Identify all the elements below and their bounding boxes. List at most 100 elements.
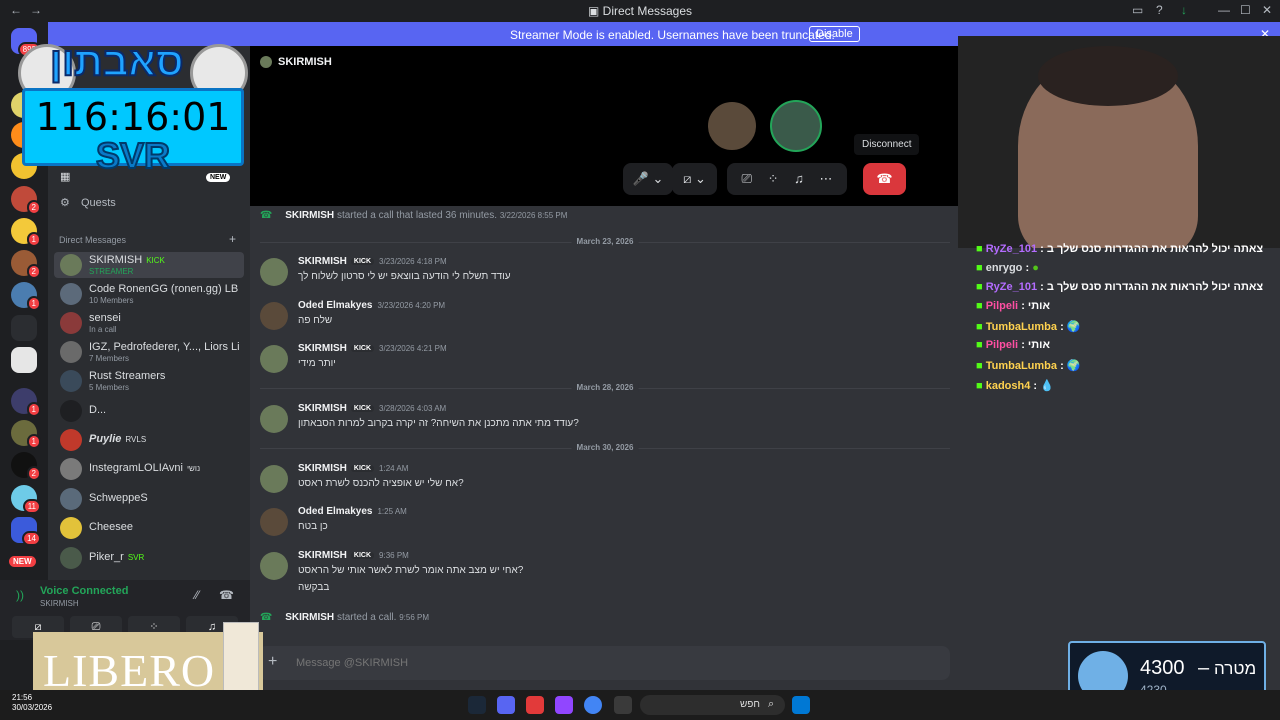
voice-status[interactable]: Voice Connected: [40, 585, 128, 597]
avatar[interactable]: [260, 345, 288, 373]
app-icon[interactable]: [526, 696, 544, 714]
noise-suppression-icon[interactable]: ⁄⁄: [195, 588, 199, 602]
participant-avatar[interactable]: [706, 100, 758, 152]
dm-item[interactable]: SKIRMISH KICK STREAMER: [54, 252, 244, 278]
window-title: ▣ Direct Messages: [587, 4, 693, 18]
date-separator: March 23, 2026: [260, 237, 950, 252]
server-icon[interactable]: 11: [11, 485, 41, 514]
banner-text: Streamer Mode is enabled. Usernames have…: [510, 28, 835, 42]
kick-icon: ■: [976, 321, 983, 333]
avatar: [60, 283, 82, 305]
screen-share-icon[interactable]: ⎚: [742, 171, 752, 186]
voice-panel: )) Voice Connected SKIRMISH ⁄⁄ ☎ ⧄ ⎚ ⁘ ♫: [0, 580, 250, 640]
call-actions: ⎚ ⁘ ♫ ⋯: [727, 163, 847, 195]
dm-item[interactable]: sensei In a call: [54, 310, 244, 336]
voice-channel[interactable]: SKIRMISH: [40, 599, 79, 608]
soundboard-icon[interactable]: ♫: [794, 171, 804, 186]
emote-icon: 🌍: [1066, 360, 1081, 372]
stream-chat-line: ■ Pilpeli : אותי: [976, 339, 1050, 351]
server-icon[interactable]: 1: [11, 420, 41, 449]
avatar: [60, 517, 82, 539]
avatar[interactable]: [260, 405, 288, 433]
avatar[interactable]: [260, 258, 288, 286]
maximize-icon[interactable]: ☐: [1240, 3, 1251, 17]
close-window-icon[interactable]: ✕: [1262, 3, 1272, 17]
dm-item[interactable]: Cheesee: [54, 515, 244, 541]
dm-header: Direct Messages: [59, 235, 127, 245]
message-composer[interactable]: +: [258, 646, 950, 680]
stream-chat-line: ■ TumbaLumba : 🌍: [976, 360, 1081, 372]
goal-target: 4300: [1140, 657, 1185, 679]
search-icon: ⌕: [768, 698, 775, 710]
avatar: [60, 341, 82, 363]
activities-icon[interactable]: ⁘: [768, 171, 779, 186]
help-icon[interactable]: ?: [1156, 3, 1163, 17]
twitch-icon[interactable]: [555, 696, 573, 714]
steam-icon[interactable]: [468, 696, 486, 714]
server-icon[interactable]: 14: [11, 517, 41, 546]
server-icon[interactable]: 2: [11, 452, 41, 481]
dm-item[interactable]: D...: [54, 398, 244, 424]
create-dm-icon[interactable]: +: [229, 232, 236, 246]
server-icon[interactable]: 1: [11, 282, 41, 311]
taskbar-search[interactable]: חפש ⌕: [640, 695, 785, 715]
server-icon[interactable]: 1: [11, 388, 41, 417]
kick-icon: ■: [976, 281, 983, 293]
dm-item[interactable]: Code RonenGG (ronen.gg) LB, I... 10 Memb…: [54, 281, 244, 307]
minimize-icon[interactable]: —: [1218, 3, 1230, 17]
avatar[interactable]: [260, 302, 288, 330]
dm-item[interactable]: Piker_r SVR: [54, 545, 244, 571]
chrome-icon[interactable]: [584, 696, 602, 714]
kick-icon: ■: [976, 262, 983, 274]
quests-icon: ⚙: [60, 197, 70, 209]
avatar[interactable]: [260, 552, 288, 580]
camera-off-icon: ⧄: [683, 171, 692, 186]
dm-item[interactable]: Puylie RVLS: [54, 427, 244, 453]
emote-icon: 🌍: [1066, 321, 1081, 333]
mute-button[interactable]: 🎤 ⌄: [623, 163, 673, 195]
signal-icon: )): [16, 588, 24, 602]
avatar: [60, 547, 82, 569]
participant-avatar[interactable]: [770, 100, 822, 152]
title-bar: ← → ▣ Direct Messages ▭ ? ↓ — ☐ ✕: [0, 0, 1280, 22]
more-icon[interactable]: ⋯: [819, 171, 832, 186]
dm-item[interactable]: Rust Streamers 5 Members: [54, 368, 244, 394]
file-explorer-icon[interactable]: [614, 696, 632, 714]
taskbar-clock[interactable]: 21:56 30/03/2026: [12, 693, 52, 713]
phone-icon: ☎: [260, 210, 273, 221]
dm-item[interactable]: SchweppeS: [54, 486, 244, 512]
server-icon[interactable]: [11, 347, 37, 373]
disconnect-button[interactable]: ☎: [863, 163, 906, 195]
chat-area: ☎ SKIRMISH started a call that lasted 36…: [250, 206, 958, 642]
call-log: ☎ SKIRMISH started a call. 9:56 PM: [260, 612, 429, 623]
avatar[interactable]: [260, 508, 288, 536]
hang-up-icon: ☎: [876, 171, 893, 186]
emote-icon: ●: [1032, 262, 1039, 274]
camera-button[interactable]: ⧄ ⌄: [672, 163, 717, 195]
discord-icon[interactable]: [497, 696, 515, 714]
nav-quests[interactable]: ⚙ Quests: [60, 196, 116, 209]
download-icon[interactable]: ↓: [1181, 3, 1187, 17]
subathon-timer: 116:16:01 SVR: [22, 88, 244, 177]
server-icon[interactable]: [11, 315, 37, 341]
inbox-icon[interactable]: ▭: [1132, 3, 1143, 17]
server-icon[interactable]: 2: [11, 186, 41, 215]
disconnect-icon[interactable]: ☎: [219, 588, 234, 602]
attach-icon[interactable]: +: [268, 653, 277, 671]
disable-streamer-button[interactable]: Disable: [809, 26, 860, 42]
avatar: [60, 400, 82, 422]
windows-start-icon[interactable]: [792, 696, 810, 714]
stream-chat-line: ■ Pilpeli : אותי: [976, 300, 1050, 312]
taskbar: 21:56 30/03/2026 חפש ⌕: [0, 690, 1280, 720]
dm-item[interactable]: InstegramLOLIAvni נושי: [54, 456, 244, 482]
kick-icon: ■: [976, 380, 983, 392]
kick-icon: ■: [976, 243, 983, 255]
server-icon[interactable]: 1: [11, 218, 41, 247]
chevron-down-icon: ⌄: [652, 171, 664, 186]
server-icon[interactable]: 2: [11, 250, 41, 279]
avatar: [60, 429, 82, 451]
avatar[interactable]: [260, 465, 288, 493]
dm-item[interactable]: IGZ, Pedrofederer, Y..., Liors Lif... 7 …: [54, 339, 244, 365]
kick-icon: ■: [976, 360, 983, 372]
message-input[interactable]: [296, 654, 896, 672]
